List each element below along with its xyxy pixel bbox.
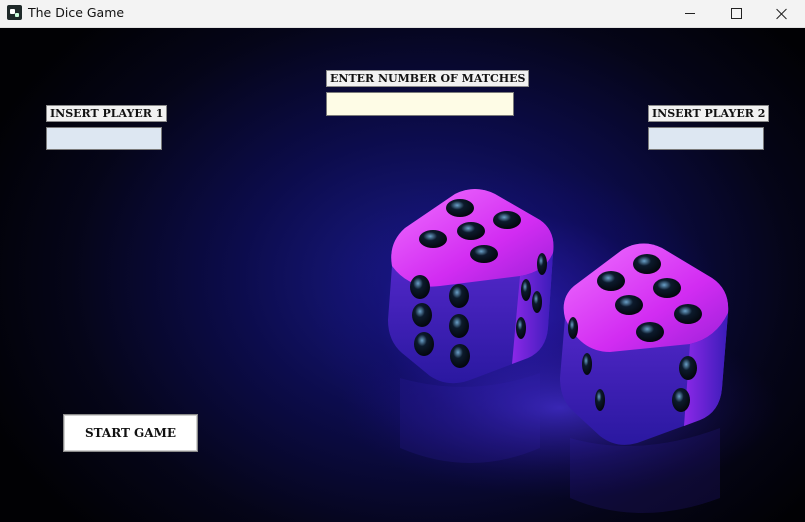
dice-app-icon (7, 5, 22, 20)
close-button[interactable] (759, 0, 805, 27)
game-window-content: INSERT PLAYER 1 ENTER NUMBER OF MATCHES … (0, 28, 805, 522)
start-game-label: START GAME (84, 426, 177, 440)
player1-label: INSERT PLAYER 1 (46, 105, 168, 122)
maximize-button[interactable] (713, 0, 759, 27)
matches-input[interactable] (326, 92, 514, 116)
player2-input[interactable] (648, 127, 764, 150)
start-game-button[interactable]: START GAME (63, 414, 198, 452)
die-left (388, 189, 554, 384)
title-bar: The Dice Game (0, 0, 805, 28)
minimize-button[interactable] (667, 0, 713, 27)
window-title: The Dice Game (28, 5, 125, 20)
player2-label: INSERT PLAYER 2 (648, 105, 770, 122)
minimize-icon (685, 13, 695, 14)
maximize-icon (730, 8, 742, 19)
matches-label: ENTER NUMBER OF MATCHES (326, 70, 530, 87)
die-right (560, 243, 729, 445)
close-icon (776, 8, 788, 20)
player1-input[interactable] (46, 127, 162, 150)
